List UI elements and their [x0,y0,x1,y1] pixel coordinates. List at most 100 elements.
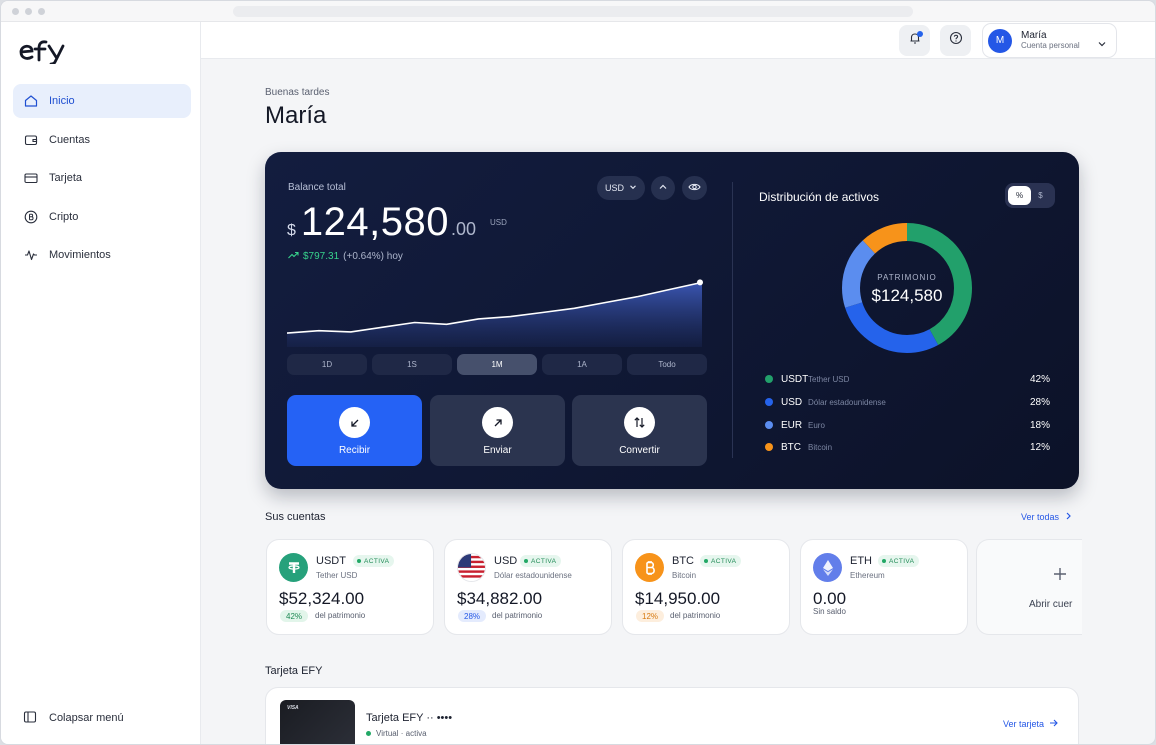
account-amount: 0.00 [813,589,847,608]
see-all-accounts-link[interactable]: Ver todas [1021,512,1072,522]
sidebar-item-inicio[interactable]: Inicio [13,84,191,118]
donut-center-label: PATRIMONIO [877,273,937,282]
legend-desc: Tether USD [808,374,850,384]
receive-label: Recibir [338,445,371,456]
sidebar-item-movimientos[interactable]: Movimientos [13,238,191,272]
range-1s[interactable]: 1S [372,354,452,375]
sidebar-item-label: Movimientos [49,249,111,261]
open-account-button[interactable]: Abrir cuer [976,539,1082,635]
send-label: Enviar [483,445,512,456]
avatar: M [988,28,1012,53]
toggle-percent[interactable]: % [1008,186,1031,205]
range-label: Todo [658,360,676,369]
legend-pct: 42% [1029,373,1050,385]
balance-decimals: .00 [451,219,477,239]
sidebar: Inicio Cuentas Tarjeta Cripto Movimiento… [1,22,201,744]
legend-desc: Dólar estadounidense [808,397,886,407]
help-button[interactable] [940,25,971,56]
card-panel: VISA Tarjeta EFY ·· •••• Virtual · activ… [265,687,1079,744]
bitcoin-icon [23,209,39,225]
user-name: María [1021,30,1047,42]
sidebar-item-cuentas[interactable]: Cuentas [13,123,191,157]
account-card-usd[interactable]: USD ACTIVA Dólar estadounidense $34,882.… [444,539,612,635]
range-1a[interactable]: 1A [542,354,622,375]
range-label: 1M [491,360,503,369]
account-card-usdt[interactable]: USDT ACTIVA Tether USD $52,324.00 42% de… [266,539,434,635]
account-symbol: USDT [316,555,346,567]
account-symbol: USD [494,555,518,567]
legend-pct: 28% [1029,396,1050,408]
tether-icon [279,553,308,582]
view-card-link[interactable]: Ver tarjeta [1003,719,1058,729]
account-percent-label: del patrimonio [670,611,721,620]
range-todo[interactable]: Todo [627,354,707,375]
card-name: Tarjeta EFY ·· •••• [366,712,453,724]
arrow-up-right-icon [482,407,513,438]
account-symbol: ETH [850,555,872,567]
toggle-visibility-button[interactable] [682,176,707,200]
account-percent-label: del patrimonio [315,611,366,620]
sidebar-item-label: Inicio [49,95,75,107]
activity-icon [23,247,39,263]
range-label: 1D [321,360,333,369]
trend-up-icon [288,251,299,262]
sidebar-item-cripto[interactable]: Cripto [13,200,191,234]
card-section-title: Tarjeta EFY [265,665,323,677]
donut-center-value: $124,580 [871,286,943,305]
window-minimize-dot[interactable] [25,8,32,15]
legend-row-usd: USD Dólar estadounidense 28% [765,394,1050,410]
collapse-balance-button[interactable] [651,176,675,200]
status-dot [366,731,371,736]
swap-vertical-icon [624,407,655,438]
topbar: M María Cuenta personal [201,22,1155,59]
account-symbol: BTC [672,555,694,567]
address-bar[interactable] [233,6,913,17]
sidebar-item-tarjeta[interactable]: Tarjeta [13,161,191,195]
currency-select[interactable]: USD [597,176,645,200]
accounts-section-title: Sus cuentas [265,511,326,523]
toggle-amount[interactable]: $ [1029,186,1052,205]
account-percent: 42% [280,610,309,622]
range-1m[interactable]: 1M [457,354,537,375]
legend-row-eur: EUR Euro 18% [765,417,1050,433]
account-percent: 12% [636,610,665,622]
status-badge: ACTIVA [878,555,920,567]
status-badge: ACTIVA [700,555,742,567]
legend-dot [765,375,773,383]
wallet-icon [23,132,39,148]
legend-pct: 18% [1029,419,1050,431]
change-amount: $797.31 [303,251,340,262]
range-1d[interactable]: 1D [287,354,367,375]
page-title: María [265,102,327,129]
efy-logo[interactable] [18,38,70,69]
range-label: 1S [407,360,417,369]
legend-row-btc: BTC Bitcoin 12% [765,439,1050,455]
us-flag-icon [457,553,486,582]
convert-label: Convertir [619,445,660,456]
account-card-btc[interactable]: BTC ACTIVA Bitcoin $14,950.00 12% del pa… [622,539,790,635]
window-close-dot[interactable] [12,8,19,15]
card-image[interactable]: VISA [280,700,355,744]
collapse-menu-button[interactable]: Colapsar menú [13,708,124,728]
sidebar-item-label: Tarjeta [49,172,83,184]
currency-select-value: USD [604,183,624,193]
balance-integer: 124,580 [300,200,449,244]
legend-symbol: BTC [781,441,801,453]
browser-titlebar [1,1,1155,22]
change-percent: (+0.64%) hoy [343,251,403,262]
balance-panel: Balance total $ 124,580 .00 USD $797.31 … [265,152,1079,489]
notifications-button[interactable] [899,25,930,56]
receive-button[interactable]: Recibir [287,395,422,466]
credit-card-icon [23,170,39,186]
account-no-balance: Sin saldo [813,607,846,616]
account-card-eth[interactable]: ETH ACTIVA Ethereum 0.00 Sin saldo [800,539,968,635]
open-account-label: Abrir cuer [1029,599,1073,610]
balance-unit: USD [490,218,507,227]
legend-dot [765,421,773,429]
send-button[interactable]: Enviar [430,395,565,466]
user-menu-button[interactable]: M María Cuenta personal [982,23,1117,58]
balance-label: Balance total [288,182,346,193]
window-maximize-dot[interactable] [38,8,45,15]
convert-button[interactable]: Convertir [572,395,707,466]
balance-currency-symbol: $ [287,222,296,239]
